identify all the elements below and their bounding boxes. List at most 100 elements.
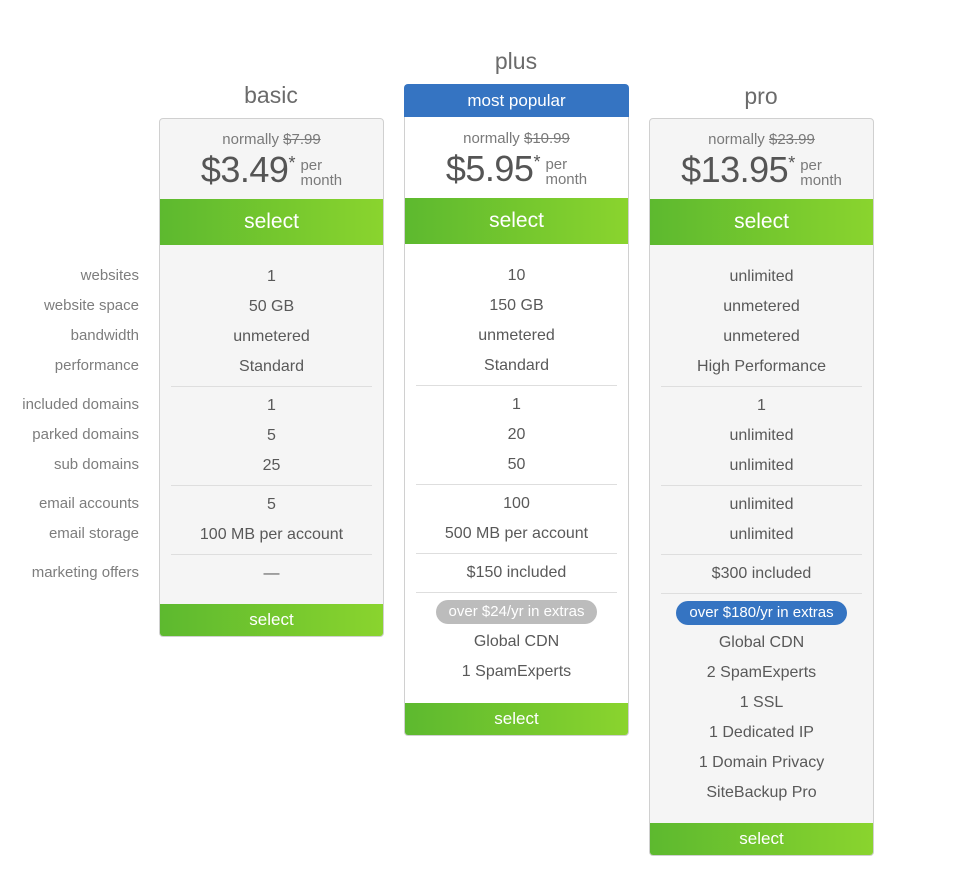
feature-parked-domains: 20 — [507, 426, 526, 443]
normally-label: normally — [222, 131, 279, 148]
feature-website-space: unmetered — [723, 298, 800, 315]
divider — [171, 386, 372, 387]
feature-website-space: 150 GB — [489, 297, 544, 314]
extra-global-cdn: Global CDN — [473, 633, 560, 650]
label-sub-domains: sub domains — [53, 456, 139, 473]
price-line: $5.95 * per month — [405, 148, 628, 190]
asterisk: * — [788, 153, 796, 173]
normally-label: normally — [463, 130, 520, 147]
feature-marketing-offers: $150 included — [466, 564, 567, 581]
feature-parked-domains: unlimited — [729, 427, 794, 444]
divider — [171, 485, 372, 486]
period-label: month — [800, 172, 842, 189]
plan-title-plus: plus — [494, 48, 538, 74]
feature-websites: unlimited — [729, 268, 794, 285]
extra-spamexperts: 1 SpamExperts — [461, 663, 572, 680]
features-basic: 1 50 GB unmetered Standard 1 5 25 5 100 … — [160, 245, 383, 589]
most-popular-badge: most popular — [404, 84, 629, 118]
price-period: per month — [300, 158, 342, 188]
select-button-basic-top[interactable]: select — [160, 199, 383, 245]
divider — [171, 554, 372, 555]
feature-email-storage: 500 MB per account — [444, 525, 589, 542]
sale-price: $13.95 — [681, 149, 789, 190]
sale-price: $3.49 — [200, 149, 289, 190]
label-website-space: website space — [43, 297, 139, 314]
price-line: $13.95 * per month — [650, 149, 873, 191]
plan-card-plus: normally $10.99 $5.95 * per month select… — [404, 117, 629, 736]
select-button-basic-bottom[interactable]: select — [160, 604, 383, 636]
feature-included-domains: 1 — [512, 396, 521, 413]
normal-price: normally $7.99 — [160, 131, 383, 149]
original-price: $23.99 — [768, 131, 815, 148]
label-marketing-offers: marketing offers — [31, 564, 139, 581]
label-parked-domains: parked domains — [32, 426, 139, 443]
label-included-domains: included domains — [22, 396, 139, 413]
original-price: $10.99 — [523, 130, 570, 147]
normally-label: normally — [708, 131, 765, 148]
extras-row: over $24/yr in extras — [405, 597, 628, 627]
extra-spamexperts: 2 SpamExperts — [706, 664, 817, 681]
normal-price: normally $10.99 — [405, 130, 628, 148]
plan-card-basic: normally $7.99 $3.49 * per month select … — [159, 118, 384, 637]
label-performance: performance — [54, 357, 139, 374]
feature-email-storage: 100 MB per account — [199, 526, 344, 543]
feature-bandwidth: unmetered — [233, 328, 310, 345]
label-websites: websites — [80, 267, 139, 284]
feature-included-domains: 1 — [267, 397, 276, 414]
price-box: normally $7.99 $3.49 * per month — [160, 119, 383, 199]
asterisk: * — [533, 152, 541, 172]
feature-performance: Standard — [484, 357, 549, 374]
original-price: $7.99 — [283, 131, 321, 148]
divider — [416, 484, 617, 485]
plan-card-pro: normally $23.99 $13.95 * per month selec… — [649, 118, 874, 856]
feature-websites: 1 — [267, 268, 276, 285]
extras-value-pill: over $24/yr in extras — [435, 600, 598, 624]
normal-price: normally $23.99 — [650, 131, 873, 149]
asterisk: * — [288, 153, 296, 173]
divider — [661, 485, 862, 486]
extras-value-pill: over $180/yr in extras — [676, 601, 847, 625]
divider — [416, 385, 617, 386]
label-email-storage: email storage — [48, 525, 139, 542]
period-label: month — [300, 172, 343, 189]
feature-performance: High Performance — [697, 358, 826, 375]
select-button-pro-bottom[interactable]: select — [650, 823, 873, 855]
feature-parked-domains: 5 — [267, 427, 276, 444]
features-plus: 10 150 GB unmetered Standard 1 20 50 100… — [405, 244, 628, 687]
plan-title-basic: basic — [244, 82, 298, 108]
period-label: month — [545, 171, 588, 188]
feature-sub-domains: 50 — [507, 456, 526, 473]
features-pro: unlimited unmetered unmetered High Perfo… — [650, 245, 873, 808]
feature-marketing-offers: $300 included — [711, 565, 812, 582]
extra-domain-privacy: 1 Domain Privacy — [698, 754, 825, 771]
feature-bandwidth: unmetered — [478, 327, 555, 344]
select-button-pro-top[interactable]: select — [650, 199, 873, 245]
divider — [416, 592, 617, 593]
price-line: $3.49 * per month — [160, 149, 383, 191]
feature-included-domains: 1 — [757, 397, 766, 414]
feature-sub-domains: unlimited — [729, 457, 794, 474]
sale-price: $5.95 — [445, 148, 534, 189]
label-bandwidth: bandwidth — [70, 327, 139, 344]
select-button-plus-bottom[interactable]: select — [405, 703, 628, 735]
extra-dedicated-ip: 1 Dedicated IP — [709, 724, 814, 741]
extra-global-cdn: Global CDN — [718, 634, 805, 651]
select-button-plus-top[interactable]: select — [405, 198, 628, 244]
label-email-accounts: email accounts — [38, 495, 139, 512]
feature-email-storage: unlimited — [729, 526, 794, 543]
price-period: per month — [545, 157, 587, 187]
feature-sub-domains: 25 — [262, 457, 281, 474]
feature-email-accounts: 100 — [503, 495, 530, 512]
feature-email-accounts: 5 — [267, 496, 276, 513]
divider — [416, 553, 617, 554]
divider — [661, 554, 862, 555]
price-box: normally $23.99 $13.95 * per month — [650, 119, 873, 199]
feature-performance: Standard — [239, 358, 304, 375]
price-period: per month — [800, 158, 842, 188]
divider — [661, 386, 862, 387]
feature-websites: 10 — [507, 267, 526, 284]
extra-sitebackup-pro: SiteBackup Pro — [706, 784, 817, 801]
price-box: normally $10.99 $5.95 * per month — [405, 117, 628, 198]
feature-website-space: 50 GB — [248, 298, 295, 315]
feature-bandwidth: unmetered — [723, 328, 800, 345]
